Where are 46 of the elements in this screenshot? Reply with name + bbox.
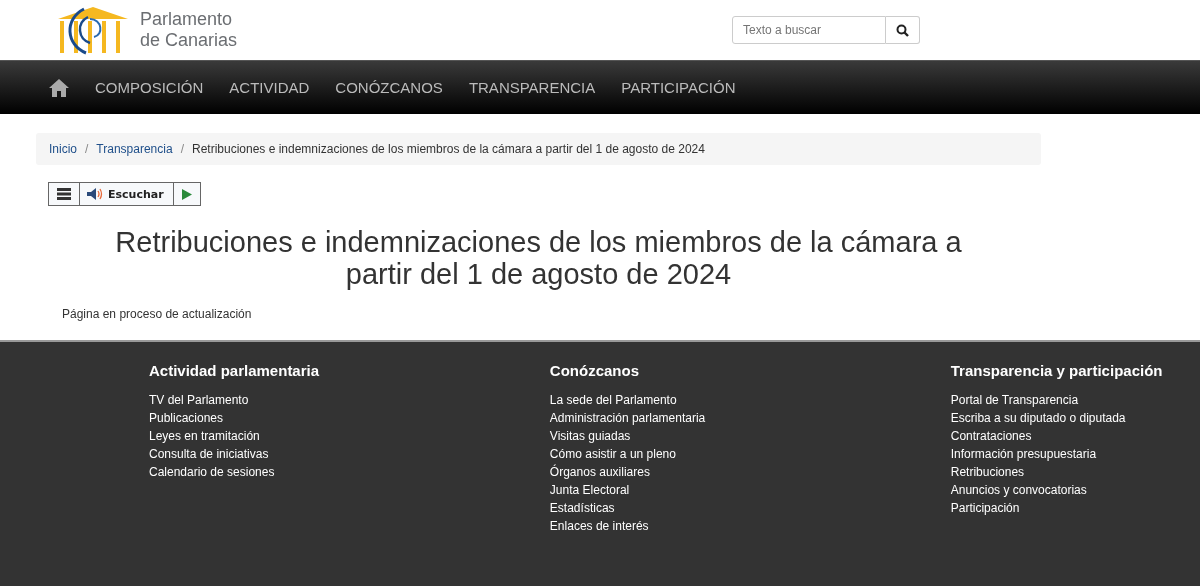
footer-link[interactable]: Junta Electoral bbox=[549, 481, 630, 499]
footer-link[interactable]: Visitas guiadas bbox=[549, 427, 631, 445]
page-title: Retribuciones e indemnizaciones de los miembros de la cámara a partir del 1 de agosto de 2024 bbox=[114, 226, 963, 290]
logo-text: Parlamento de Canarias bbox=[140, 9, 238, 51]
footer-link[interactable]: Consulta de iniciativas bbox=[149, 445, 269, 463]
nav-link[interactable]: ACTIVIDAD bbox=[229, 79, 310, 96]
listen-button[interactable]: Escuchar bbox=[79, 182, 174, 206]
search-button[interactable] bbox=[886, 16, 920, 44]
footer-link[interactable]: Información presupuestaria bbox=[950, 445, 1097, 463]
breadcrumb-link[interactable]: Inicio bbox=[49, 142, 77, 156]
footer-link[interactable]: Cómo asistir a un pleno bbox=[549, 445, 676, 463]
footer-link[interactable]: Administración parlamentaria bbox=[549, 409, 706, 427]
nav-link[interactable]: PARTICIPACIÓN bbox=[621, 79, 736, 96]
footer-link[interactable]: Anuncios y convocatorias bbox=[950, 481, 1087, 499]
footer-link[interactable]: Calendario de sesiones bbox=[149, 463, 275, 481]
footer-link[interactable]: Participación bbox=[950, 499, 1020, 517]
breadcrumb-separator: / bbox=[85, 142, 89, 156]
menu-icon bbox=[57, 188, 71, 200]
nav-link[interactable]: CONÓZCANOS bbox=[335, 79, 443, 96]
menu-button[interactable] bbox=[48, 182, 80, 206]
nav-link[interactable]: TRANSPARENCIA bbox=[468, 79, 596, 96]
home-icon[interactable] bbox=[49, 78, 69, 97]
footer-link[interactable]: Escriba a su diputado o diputada bbox=[950, 409, 1126, 427]
footer-heading: Transparencia y participación bbox=[950, 362, 1163, 379]
footer-link[interactable]: Contrataciones bbox=[950, 427, 1032, 445]
breadcrumb-separator: / bbox=[180, 142, 184, 156]
footer-link[interactable]: TV del Parlamento bbox=[149, 391, 249, 409]
footer-link[interactable]: La sede del Parlamento bbox=[549, 391, 677, 409]
footer-link[interactable]: Estadísticas bbox=[549, 499, 615, 517]
footer-link[interactable]: Retribuciones bbox=[950, 463, 1025, 481]
speaker-icon bbox=[87, 188, 103, 200]
nav-link[interactable]: COMPOSICIÓN bbox=[95, 79, 204, 96]
footer-heading: Conózcanos bbox=[549, 362, 640, 379]
footer-link[interactable]: Portal de Transparencia bbox=[950, 391, 1079, 409]
breadcrumb-current: Retribuciones e indemnizaciones de los miembros de la cámara a partir del 1 de agosto de 2024 bbox=[191, 142, 705, 156]
footer-heading: Actividad parlamentaria bbox=[149, 362, 320, 379]
footer-link[interactable]: Leyes en tramitación bbox=[149, 427, 260, 445]
footer-link[interactable]: Publicaciones bbox=[149, 409, 224, 427]
footer-link[interactable]: Órganos auxiliares bbox=[549, 463, 650, 481]
play-icon bbox=[181, 188, 192, 200]
play-button[interactable] bbox=[172, 182, 201, 206]
search-field[interactable]: Texto a buscar bbox=[732, 16, 886, 44]
breadcrumb-link[interactable]: Transparencia bbox=[96, 142, 173, 156]
search-icon bbox=[896, 23, 909, 37]
footer-link[interactable]: Enlaces de interés bbox=[549, 517, 649, 535]
body-text: Página en proceso de actualización bbox=[62, 307, 253, 321]
